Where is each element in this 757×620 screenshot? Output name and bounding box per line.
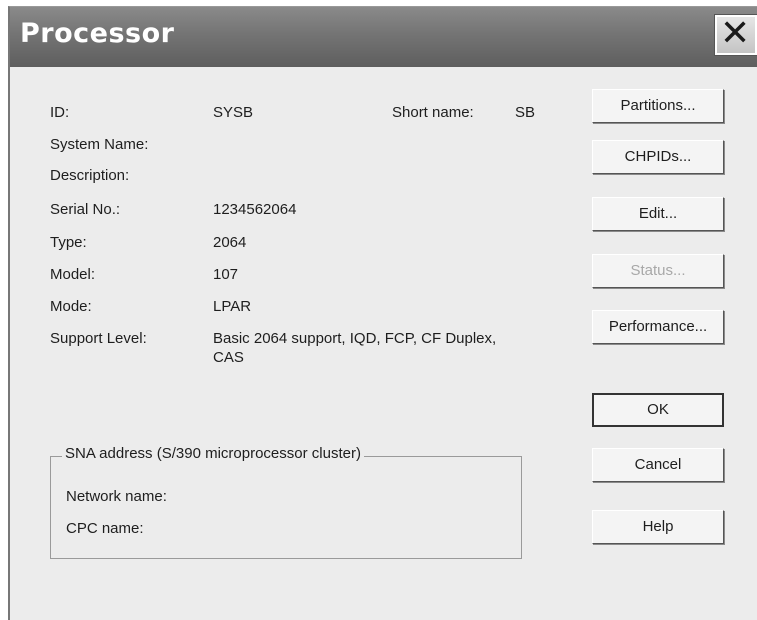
serial-value: 1234562064 — [213, 201, 297, 218]
type-label: Type: — [50, 234, 87, 251]
mode-label: Mode: — [50, 298, 92, 315]
cancel-button[interactable]: Cancel — [592, 448, 724, 482]
sna-address-group — [50, 456, 522, 559]
processor-dialog: Processor ✕ ID: SYSB Short name: SB Syst… — [8, 6, 757, 620]
short-name-label: Short name: — [392, 104, 474, 121]
model-value: 107 — [213, 266, 239, 283]
ok-button[interactable]: OK — [592, 393, 724, 427]
chpids-button[interactable]: CHPIDs... — [592, 140, 724, 174]
performance-button[interactable]: Performance... — [592, 310, 724, 344]
short-name-value: SB — [515, 104, 536, 121]
cpc-name-label: CPC name: — [66, 520, 144, 537]
close-button[interactable]: ✕ — [714, 13, 757, 56]
model-label: Model: — [50, 266, 96, 283]
description-label: Description: — [50, 167, 130, 184]
close-icon: ✕ — [720, 13, 751, 54]
edit-button[interactable]: Edit... — [592, 197, 724, 231]
partitions-button[interactable]: Partitions... — [592, 89, 724, 123]
id-label: ID: — [50, 104, 70, 121]
title-bar[interactable]: Processor ✕ — [10, 7, 757, 67]
network-name-label: Network name: — [66, 488, 167, 505]
id-value: SYSB — [213, 104, 254, 121]
support-level-value: Basic 2064 support, IQD, FCP, CF Duplex,… — [213, 330, 497, 366]
status-button: Status... — [592, 254, 724, 288]
support-level-label: Support Level: — [50, 330, 147, 347]
dialog-title: Processor — [20, 18, 175, 49]
system-name-label: System Name: — [50, 136, 149, 153]
serial-label: Serial No.: — [50, 201, 121, 218]
help-button[interactable]: Help — [592, 510, 724, 544]
type-value: 2064 — [213, 234, 247, 251]
mode-value: LPAR — [213, 298, 252, 315]
sna-group-label: SNA address (S/390 microprocessor cluste… — [62, 444, 364, 463]
